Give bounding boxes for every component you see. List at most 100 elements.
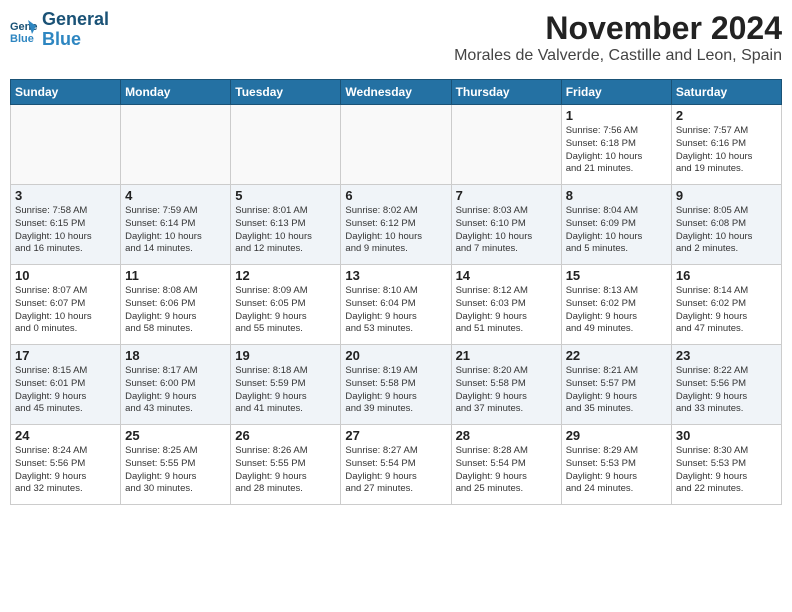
logo-icon: General Blue: [10, 16, 38, 44]
location-title: Morales de Valverde, Castille and Leon, …: [454, 47, 782, 65]
day-number: 10: [15, 268, 116, 283]
day-info: Sunrise: 8:14 AM Sunset: 6:02 PM Dayligh…: [676, 285, 777, 336]
day-number: 30: [676, 428, 777, 443]
calendar-day-cell: 30 Sunrise: 8:30 AM Sunset: 5:53 PM Dayli…: [671, 425, 781, 505]
day-number: 20: [345, 348, 446, 363]
day-number: 4: [125, 188, 226, 203]
day-info: Sunrise: 7:58 AM Sunset: 6:15 PM Dayligh…: [15, 205, 116, 256]
day-info: Sunrise: 8:28 AM Sunset: 5:54 PM Dayligh…: [456, 445, 557, 496]
calendar-day-cell: 12 Sunrise: 8:09 AM Sunset: 6:05 PM Dayli…: [231, 265, 341, 345]
day-number: 16: [676, 268, 777, 283]
calendar-week-row: 17 Sunrise: 8:15 AM Sunset: 6:01 PM Dayli…: [11, 345, 782, 425]
day-number: 23: [676, 348, 777, 363]
weekday-header-saturday: Saturday: [671, 80, 781, 105]
weekday-header-monday: Monday: [121, 80, 231, 105]
calendar-day-cell: 9Sunrise: 8:05 AM Sunset: 6:08 PM Daylig…: [671, 185, 781, 265]
calendar-day-cell: 14 Sunrise: 8:12 AM Sunset: 6:03 PM Dayli…: [451, 265, 561, 345]
svg-text:Blue: Blue: [10, 33, 34, 44]
day-number: 1: [566, 108, 667, 123]
day-info: Sunrise: 8:01 AM Sunset: 6:13 PM Dayligh…: [235, 205, 336, 256]
calendar-day-cell: 28Sunrise: 8:28 AM Sunset: 5:54 PM Dayli…: [451, 425, 561, 505]
day-info: Sunrise: 8:02 AM Sunset: 6:12 PM Dayligh…: [345, 205, 446, 256]
calendar-day-cell: 23 Sunrise: 8:22 AM Sunset: 5:56 PM Dayli…: [671, 345, 781, 425]
calendar-day-cell: 13 Sunrise: 8:10 AM Sunset: 6:04 PM Dayli…: [341, 265, 451, 345]
day-info: Sunrise: 8:21 AM Sunset: 5:57 PM Dayligh…: [566, 365, 667, 416]
day-info: Sunrise: 8:17 AM Sunset: 6:00 PM Dayligh…: [125, 365, 226, 416]
day-number: 8: [566, 188, 667, 203]
weekday-header-row: SundayMondayTuesdayWednesdayThursdayFrid…: [11, 80, 782, 105]
day-number: 17: [15, 348, 116, 363]
calendar-day-cell: 11 Sunrise: 8:08 AM Sunset: 6:06 PM Dayli…: [121, 265, 231, 345]
weekday-header-friday: Friday: [561, 80, 671, 105]
calendar-day-cell: 26 Sunrise: 8:26 AM Sunset: 5:55 PM Dayli…: [231, 425, 341, 505]
title-section: November 2024 Morales de Valverde, Casti…: [454, 10, 782, 71]
day-info: Sunrise: 8:04 AM Sunset: 6:09 PM Dayligh…: [566, 205, 667, 256]
day-number: 2: [676, 108, 777, 123]
calendar-day-cell: [231, 105, 341, 185]
day-info: Sunrise: 8:08 AM Sunset: 6:06 PM Dayligh…: [125, 285, 226, 336]
day-info: Sunrise: 8:27 AM Sunset: 5:54 PM Dayligh…: [345, 445, 446, 496]
calendar-day-cell: 6 Sunrise: 8:02 AM Sunset: 6:12 PM Daylig…: [341, 185, 451, 265]
day-number: 9: [676, 188, 777, 203]
day-number: 15: [566, 268, 667, 283]
day-info: Sunrise: 8:07 AM Sunset: 6:07 PM Dayligh…: [15, 285, 116, 336]
day-number: 25: [125, 428, 226, 443]
day-info: Sunrise: 8:19 AM Sunset: 5:58 PM Dayligh…: [345, 365, 446, 416]
calendar-day-cell: 3 Sunrise: 7:58 AM Sunset: 6:15 PM Daylig…: [11, 185, 121, 265]
day-number: 21: [456, 348, 557, 363]
logo: General Blue General Blue: [10, 10, 109, 50]
day-number: 14: [456, 268, 557, 283]
calendar-day-cell: 18 Sunrise: 8:17 AM Sunset: 6:00 PM Dayli…: [121, 345, 231, 425]
calendar-week-row: 1Sunrise: 7:56 AM Sunset: 6:18 PM Daylig…: [11, 105, 782, 185]
calendar-day-cell: 25Sunrise: 8:25 AM Sunset: 5:55 PM Dayli…: [121, 425, 231, 505]
day-info: Sunrise: 8:03 AM Sunset: 6:10 PM Dayligh…: [456, 205, 557, 256]
calendar-day-cell: 17 Sunrise: 8:15 AM Sunset: 6:01 PM Dayli…: [11, 345, 121, 425]
calendar-day-cell: [451, 105, 561, 185]
logo-text-line2: Blue: [42, 30, 109, 50]
day-number: 26: [235, 428, 336, 443]
calendar-day-cell: 27 Sunrise: 8:27 AM Sunset: 5:54 PM Dayli…: [341, 425, 451, 505]
calendar-day-cell: 29Sunrise: 8:29 AM Sunset: 5:53 PM Dayli…: [561, 425, 671, 505]
day-number: 18: [125, 348, 226, 363]
day-number: 6: [345, 188, 446, 203]
day-info: Sunrise: 8:20 AM Sunset: 5:58 PM Dayligh…: [456, 365, 557, 416]
calendar-day-cell: 8 Sunrise: 8:04 AM Sunset: 6:09 PM Daylig…: [561, 185, 671, 265]
calendar-day-cell: 21 Sunrise: 8:20 AM Sunset: 5:58 PM Dayli…: [451, 345, 561, 425]
day-info: Sunrise: 8:26 AM Sunset: 5:55 PM Dayligh…: [235, 445, 336, 496]
day-info: Sunrise: 7:59 AM Sunset: 6:14 PM Dayligh…: [125, 205, 226, 256]
calendar-week-row: 24 Sunrise: 8:24 AM Sunset: 5:56 PM Dayli…: [11, 425, 782, 505]
calendar-day-cell: 4 Sunrise: 7:59 AM Sunset: 6:14 PM Daylig…: [121, 185, 231, 265]
calendar-day-cell: 22Sunrise: 8:21 AM Sunset: 5:57 PM Dayli…: [561, 345, 671, 425]
calendar-day-cell: [121, 105, 231, 185]
day-info: Sunrise: 8:10 AM Sunset: 6:04 PM Dayligh…: [345, 285, 446, 336]
calendar-week-row: 3 Sunrise: 7:58 AM Sunset: 6:15 PM Daylig…: [11, 185, 782, 265]
day-info: Sunrise: 7:57 AM Sunset: 6:16 PM Dayligh…: [676, 125, 777, 176]
day-number: 7: [456, 188, 557, 203]
day-number: 24: [15, 428, 116, 443]
day-number: 3: [15, 188, 116, 203]
calendar-day-cell: 1Sunrise: 7:56 AM Sunset: 6:18 PM Daylig…: [561, 105, 671, 185]
calendar-day-cell: 24 Sunrise: 8:24 AM Sunset: 5:56 PM Dayli…: [11, 425, 121, 505]
calendar-day-cell: [11, 105, 121, 185]
day-number: 12: [235, 268, 336, 283]
logo-text-line1: General: [42, 10, 109, 30]
day-info: Sunrise: 8:29 AM Sunset: 5:53 PM Dayligh…: [566, 445, 667, 496]
calendar-day-cell: [341, 105, 451, 185]
weekday-header-wednesday: Wednesday: [341, 80, 451, 105]
day-info: Sunrise: 8:22 AM Sunset: 5:56 PM Dayligh…: [676, 365, 777, 416]
day-info: Sunrise: 8:12 AM Sunset: 6:03 PM Dayligh…: [456, 285, 557, 336]
day-info: Sunrise: 8:30 AM Sunset: 5:53 PM Dayligh…: [676, 445, 777, 496]
day-number: 13: [345, 268, 446, 283]
day-info: Sunrise: 8:15 AM Sunset: 6:01 PM Dayligh…: [15, 365, 116, 416]
calendar-day-cell: 16 Sunrise: 8:14 AM Sunset: 6:02 PM Dayli…: [671, 265, 781, 345]
day-number: 27: [345, 428, 446, 443]
calendar-day-cell: 20 Sunrise: 8:19 AM Sunset: 5:58 PM Dayli…: [341, 345, 451, 425]
calendar-table: SundayMondayTuesdayWednesdayThursdayFrid…: [10, 79, 782, 505]
calendar-day-cell: 5 Sunrise: 8:01 AM Sunset: 6:13 PM Daylig…: [231, 185, 341, 265]
day-info: Sunrise: 8:09 AM Sunset: 6:05 PM Dayligh…: [235, 285, 336, 336]
calendar-day-cell: 7 Sunrise: 8:03 AM Sunset: 6:10 PM Daylig…: [451, 185, 561, 265]
day-number: 11: [125, 268, 226, 283]
calendar-day-cell: 2 Sunrise: 7:57 AM Sunset: 6:16 PM Daylig…: [671, 105, 781, 185]
day-info: Sunrise: 8:24 AM Sunset: 5:56 PM Dayligh…: [15, 445, 116, 496]
day-number: 5: [235, 188, 336, 203]
